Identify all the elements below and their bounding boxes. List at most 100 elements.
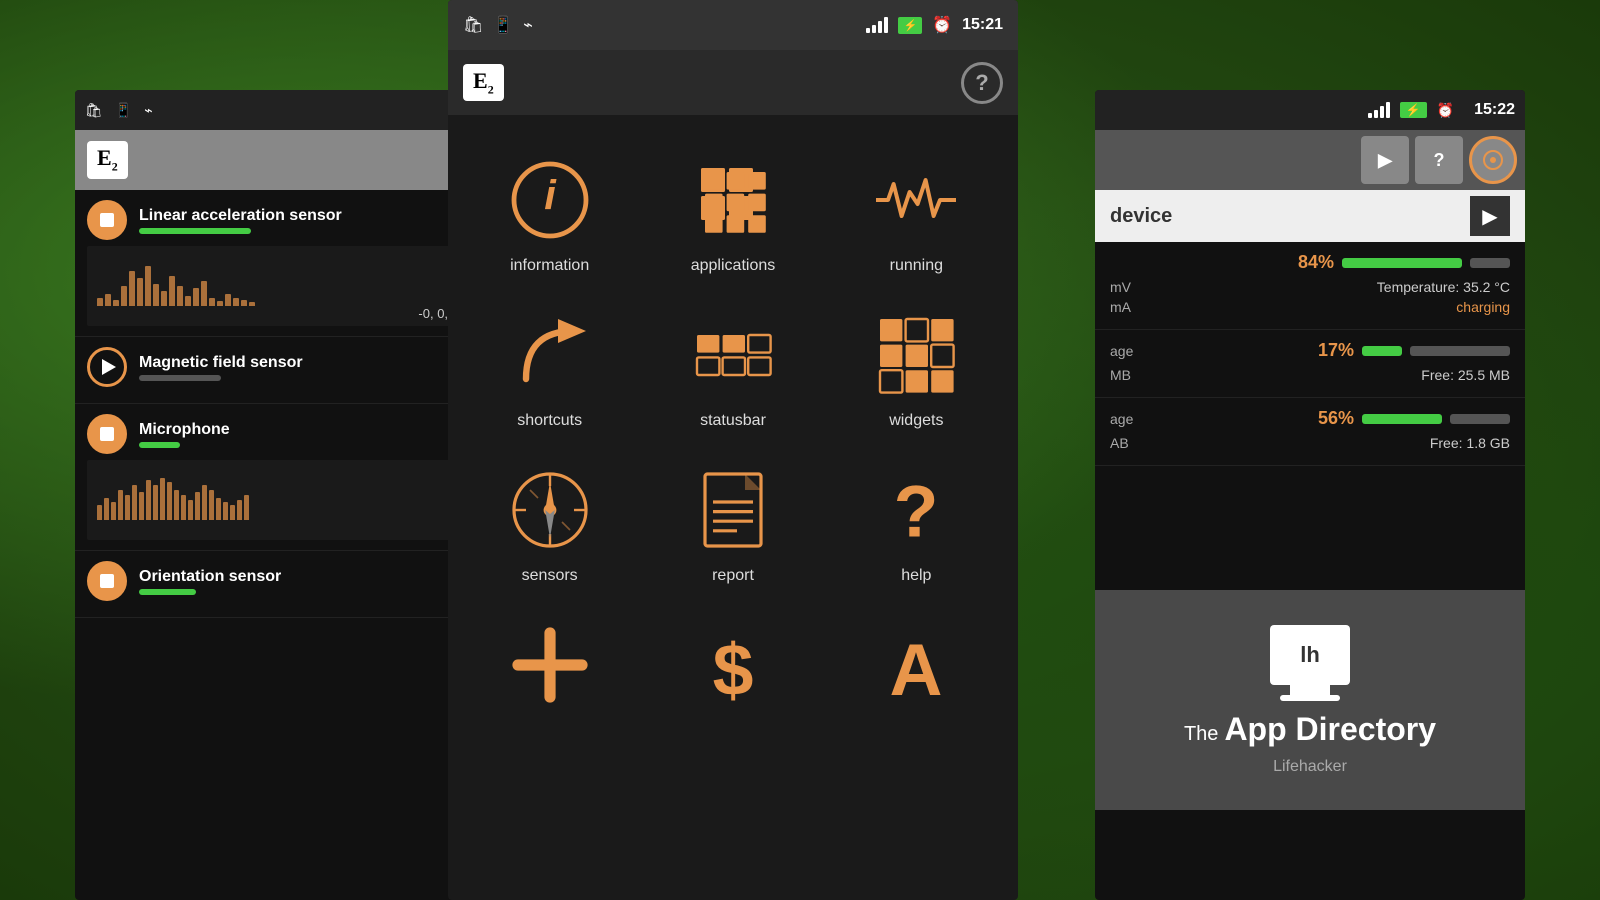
- center-usb-icon: ⌁: [523, 15, 533, 35]
- right-time: 15:22: [1474, 101, 1515, 119]
- storage1-percent: 17%: [1318, 340, 1354, 361]
- charging-label: charging: [1456, 299, 1510, 315]
- lh-monitor: lh: [1270, 625, 1350, 701]
- chart-bars-linear: [87, 256, 503, 306]
- menu-item-report[interactable]: report: [641, 445, 824, 600]
- storage2-bar: [1362, 414, 1442, 424]
- device-row: device ▶: [1095, 190, 1525, 242]
- menu-label-shortcuts: shortcuts: [517, 412, 582, 430]
- play-icon: [102, 359, 116, 375]
- right-toolbar: ▶ ?: [1095, 130, 1525, 190]
- storage2-free: Free: 1.8 GB: [1430, 435, 1510, 451]
- sensor-stop-btn-mic[interactable]: [87, 414, 127, 454]
- app-dir-title: The App Directory: [1184, 711, 1436, 748]
- menu-item-sensors[interactable]: sensors: [458, 445, 641, 600]
- menu-item-statusbar[interactable]: statusbar: [641, 290, 824, 445]
- svg-text:A: A: [890, 629, 943, 705]
- stop-icon: [100, 213, 114, 227]
- storage1-bar: [1362, 346, 1402, 356]
- storage1-bar-remainder: [1410, 346, 1510, 356]
- menu-item-plus[interactable]: [458, 600, 641, 725]
- play-btn[interactable]: ▶: [1361, 136, 1409, 184]
- menu-item-letter-a[interactable]: A: [825, 600, 1008, 725]
- grid-apps-icon: [688, 155, 778, 245]
- right-alarm-icon: ⏰: [1437, 102, 1454, 119]
- sensor-chart-linear: -0, 0, 0 [m/s²]: [87, 246, 503, 326]
- signal-bars-center: [866, 17, 888, 33]
- question-btn[interactable]: ?: [1415, 136, 1463, 184]
- sensor-chart-mic: 42 dB: [87, 460, 503, 540]
- sensor-play-btn-magnetic[interactable]: [87, 347, 127, 387]
- storage1-label: age: [1110, 343, 1133, 359]
- share-arrow-icon: [505, 310, 595, 400]
- android-icon: 📱: [115, 102, 132, 119]
- center-status-bar: 🛍 📱 ⌁ ⚡ ⏰ 15:21: [448, 0, 1018, 50]
- storage2-percent: 56%: [1318, 408, 1354, 429]
- sensor-bar-orient: [139, 589, 196, 595]
- app-dir-the: The: [1184, 723, 1218, 746]
- target-btn[interactable]: [1469, 136, 1517, 184]
- menu-item-running[interactable]: running: [825, 135, 1008, 290]
- bag-icon: 🛍: [85, 102, 103, 119]
- sensor-name-linear: Linear acceleration sensor: [139, 207, 342, 225]
- center-time: 15:21: [962, 16, 1003, 34]
- sensor-stop-btn-orient[interactable]: [87, 561, 127, 601]
- svg-text:$: $: [713, 629, 754, 705]
- app-directory-overlay: lh The App Directory Lifehacker: [1095, 590, 1525, 810]
- ma-label: mA: [1110, 299, 1131, 315]
- storage2-label: age: [1110, 411, 1133, 427]
- plus-icon: [505, 620, 595, 710]
- sensor-stop-btn-linear[interactable]: [87, 200, 127, 240]
- menu-item-help[interactable]: ? help: [825, 445, 1008, 600]
- battery-section: 84% mV Temperature: 35.2 °C mA charging: [1095, 242, 1525, 330]
- dollar-icon: $: [688, 620, 778, 710]
- menu-label-help: help: [901, 567, 931, 585]
- menu-label-information: information: [510, 257, 589, 275]
- storage2-sub1: AB: [1110, 435, 1129, 451]
- center-help-btn[interactable]: ?: [961, 62, 1003, 104]
- sensor-bar-linear: [139, 228, 251, 234]
- battery-bar-remainder: [1470, 258, 1510, 268]
- battery-percent: 84%: [1298, 252, 1334, 273]
- letter-a-icon: A: [871, 620, 961, 710]
- monitor-stand: [1290, 685, 1330, 695]
- storage1-free: Free: 25.5 MB: [1421, 367, 1510, 383]
- battery-bar: [1342, 258, 1462, 268]
- menu-item-applications[interactable]: applications: [641, 135, 824, 290]
- menu-label-report: report: [712, 567, 754, 585]
- document-icon: [688, 465, 778, 555]
- monitor-base: [1280, 695, 1340, 701]
- alarm-icon: ⏰: [932, 15, 952, 35]
- menu-item-shortcuts[interactable]: shortcuts: [458, 290, 641, 445]
- svg-text:?: ?: [894, 471, 939, 550]
- menu-label-statusbar: statusbar: [700, 412, 766, 430]
- usb-icon: ⌁: [144, 102, 152, 119]
- storage-section-2: age 56% AB Free: 1.8 GB: [1095, 398, 1525, 466]
- center-bag-icon: 🛍: [463, 15, 483, 35]
- center-panel: 🛍 📱 ⌁ ⚡ ⏰ 15:21 E2 ?: [448, 0, 1018, 900]
- svg-text:i: i: [544, 172, 557, 219]
- menu-item-widgets[interactable]: widgets: [825, 290, 1008, 445]
- device-arrow-btn[interactable]: ▶: [1470, 196, 1510, 236]
- grid-partial-icon: [688, 310, 778, 400]
- lh-logo-text: lh: [1300, 642, 1320, 668]
- stop-icon-orient: [100, 574, 114, 588]
- app-dir-name: App Directory: [1224, 711, 1436, 748]
- temperature-label: Temperature: 35.2 °C: [1377, 279, 1510, 295]
- menu-label-applications: applications: [691, 257, 776, 275]
- menu-label-sensors: sensors: [522, 567, 578, 585]
- center-menu-grid: i information: [448, 115, 1018, 745]
- info-circle-icon: i: [505, 155, 595, 245]
- left-logo-sub: 2: [112, 160, 118, 174]
- chart-bars-mic: [87, 470, 503, 520]
- device-label: device: [1110, 205, 1172, 228]
- heartbeat-icon: [871, 155, 961, 245]
- center-header: E2 ?: [448, 50, 1018, 115]
- storage2-bar-remainder: [1450, 414, 1510, 424]
- grid-full-icon: [871, 310, 961, 400]
- battery-icon-right: ⚡: [1400, 102, 1427, 118]
- menu-item-dollar[interactable]: $: [641, 600, 824, 725]
- left-logo: E2: [87, 141, 128, 178]
- sensor-bar-mic: [139, 442, 180, 448]
- menu-item-information[interactable]: i information: [458, 135, 641, 290]
